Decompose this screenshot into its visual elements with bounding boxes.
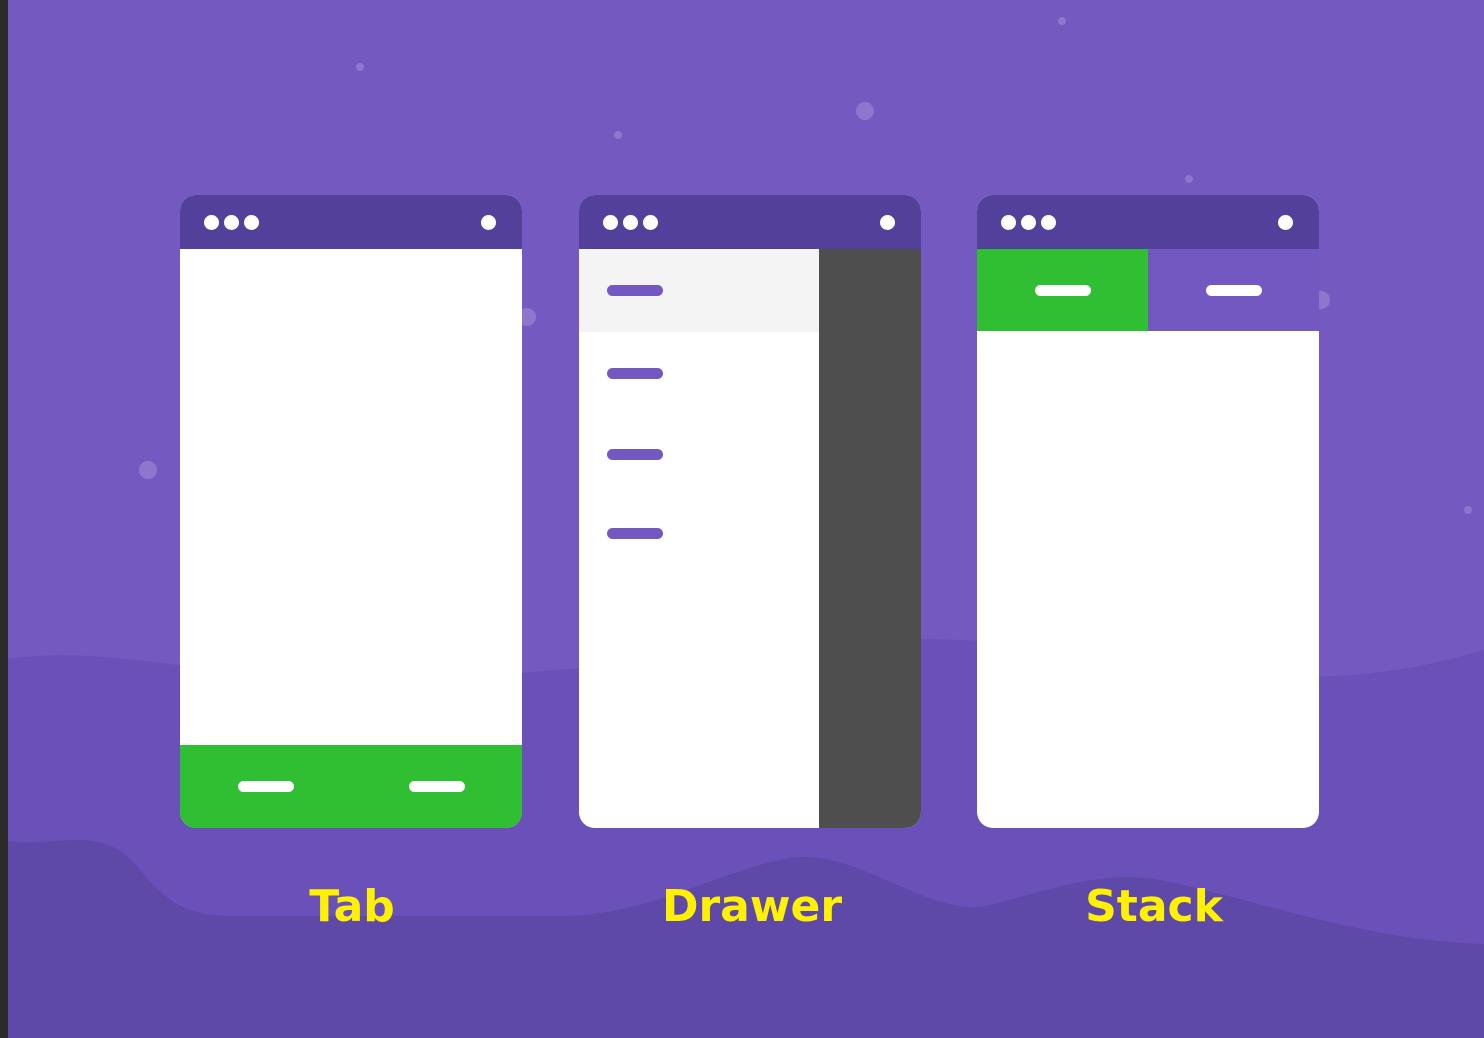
top-tab-bar [977,249,1319,331]
status-bar [579,195,921,249]
status-bar [180,195,522,249]
line-placeholder-icon [1205,284,1262,296]
three-dots-icon [603,214,658,230]
line-placeholder-icon [607,449,663,460]
top-tab-active [977,249,1148,331]
decor-dot [1058,17,1066,25]
dot [204,214,219,230]
dot [603,214,618,230]
drawer-phone [579,195,921,828]
dot [1041,214,1056,230]
line-placeholder-icon [408,781,465,792]
circle-icon [880,214,895,230]
bottom-tab [180,745,351,828]
tab-phone [180,195,522,828]
decor-dot [139,461,157,479]
three-dots-icon [204,214,259,230]
caption-stack: Stack [1085,881,1223,932]
left-edge-strip [0,0,8,1038]
drawer-overlay [819,249,921,828]
line-placeholder-icon [237,781,294,792]
bottom-tab-bar [180,745,522,828]
dot [1021,214,1036,230]
decor-dot [614,131,622,139]
line-placeholder-icon [607,368,663,379]
decor-dot [1185,175,1193,183]
decor-dot [1464,506,1472,514]
drawer-item [579,413,819,496]
decor-dot [856,102,874,120]
decor-dot [356,63,364,71]
bottom-tab [351,745,522,828]
stack-phone [977,195,1319,828]
dot [623,214,638,230]
status-bar [977,195,1319,249]
circle-icon [1278,214,1293,230]
top-tab [1148,249,1319,331]
drawer-item [579,332,819,415]
drawer-item [579,492,819,575]
three-dots-icon [1001,214,1056,230]
dot [1001,214,1016,230]
dot [244,214,259,230]
drawer-panel [579,249,819,828]
caption-tab: Tab [309,881,395,932]
dot [224,214,239,230]
line-placeholder-icon [1034,284,1091,296]
dot [643,214,658,230]
drawer-item-selected [579,249,819,332]
navigation-types-diagram: Tab Drawer Stack [0,0,1484,1038]
line-placeholder-icon [607,528,663,539]
caption-drawer: Drawer [661,881,843,932]
circle-icon [481,214,496,230]
line-placeholder-icon [607,285,663,296]
